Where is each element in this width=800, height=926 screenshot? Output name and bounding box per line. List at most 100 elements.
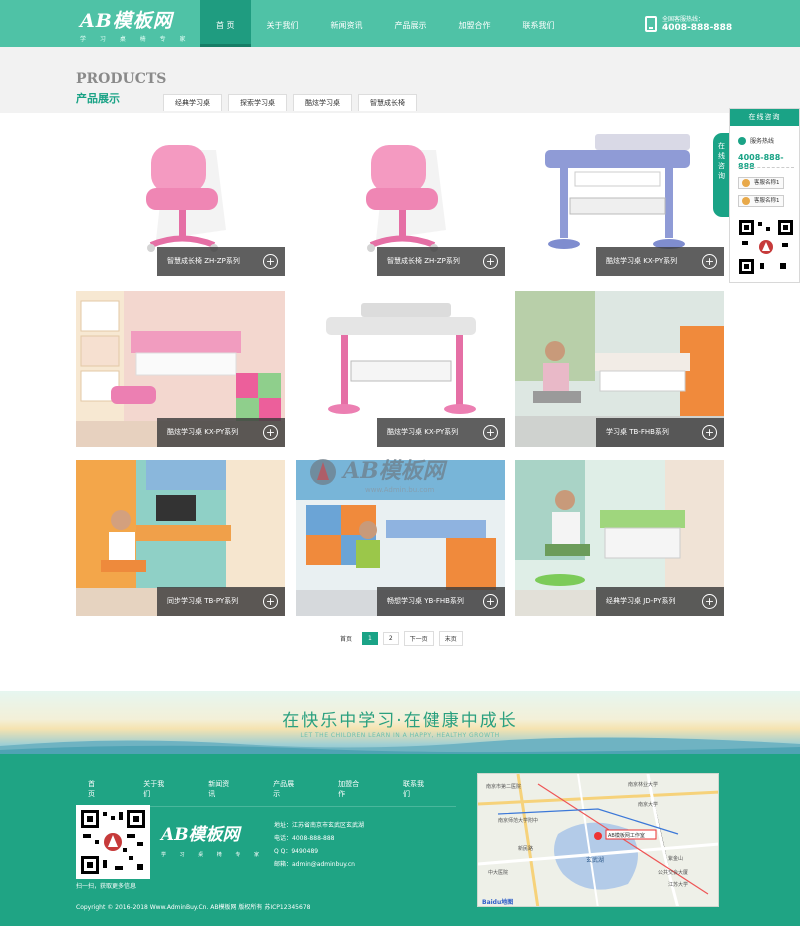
- logo[interactable]: AB模板网 学 习 桌 椅 专 家: [80, 6, 192, 43]
- tab-cool-desk[interactable]: 酷炫学习桌: [293, 94, 352, 111]
- nav-join[interactable]: 加盟合作: [443, 0, 507, 47]
- footer-address: 地址：江苏省南京市玄武区玄武湖: [274, 822, 365, 829]
- service-side-tab[interactable]: 在线咨询: [713, 133, 730, 217]
- plus-icon[interactable]: +: [483, 594, 498, 609]
- plus-icon[interactable]: +: [263, 594, 278, 609]
- hotline-label: 全国客服热线：: [662, 16, 705, 23]
- product-caption: 同步学习桌 TB-PY系列 +: [157, 587, 285, 616]
- svg-text:中大医院: 中大医院: [488, 869, 508, 876]
- pagination: 首页 1 2 下一页 末页: [340, 631, 468, 646]
- svg-text:江苏大学: 江苏大学: [668, 881, 688, 888]
- footer-map[interactable]: AB模板网工作室 南京市第二医院 南京林业大学 南京师范大学附中 南京大学 新民…: [477, 773, 719, 907]
- service-hotline-label: 服务热线: [738, 136, 774, 145]
- tab-smart-chair[interactable]: 智慧成长椅: [358, 94, 417, 111]
- nav-home[interactable]: 首 页: [200, 0, 251, 47]
- product-card[interactable]: 同步学习桌 TB-PY系列 +: [76, 460, 285, 616]
- product-card[interactable]: 智慧成长椅 ZH-ZP系列 +: [76, 120, 285, 276]
- tab-classic-desk[interactable]: 经典学习桌: [163, 94, 222, 111]
- header: AB模板网 学 习 桌 椅 专 家 首 页 关于我们 新闻资讯 产品展示 加盟合…: [0, 0, 800, 47]
- footer-nav-products[interactable]: 产品展示: [273, 779, 296, 799]
- footer-nav: 首 页 关于我们 新闻资讯 产品展示 加盟合作 联系我们: [76, 779, 456, 807]
- product-caption: 酷炫学习桌 KX-PY系列 +: [157, 418, 285, 447]
- product-card[interactable]: 学习桌 TB-FHB系列 +: [515, 291, 724, 447]
- plus-icon[interactable]: +: [483, 254, 498, 269]
- svg-text:AB模板网工作室: AB模板网工作室: [608, 832, 645, 839]
- footer-nav-about[interactable]: 关于我们: [143, 779, 166, 799]
- nav-products[interactable]: 产品展示: [379, 0, 443, 47]
- qr-code-icon: [79, 808, 147, 876]
- logo-text: AB模板网: [80, 10, 173, 32]
- phone-icon: [645, 15, 657, 32]
- plus-icon[interactable]: +: [702, 594, 717, 609]
- hotline-number: 4008-888-888: [662, 23, 733, 33]
- tab-explore-desk[interactable]: 探索学习桌: [228, 94, 287, 111]
- footer-nav-join[interactable]: 加盟合作: [338, 779, 361, 799]
- product-card[interactable]: 经典学习桌 JD-PY系列 +: [515, 460, 724, 616]
- plus-icon[interactable]: +: [263, 425, 278, 440]
- service-qr-code: [738, 219, 794, 275]
- footer-logo-text: AB模板网: [161, 825, 240, 845]
- nav-about[interactable]: 关于我们: [251, 0, 315, 47]
- hotline: 全国客服热线： 4008-888-888: [645, 14, 732, 33]
- footer-logo[interactable]: AB模板网 学 习 桌 椅 专 家: [161, 820, 265, 858]
- plus-icon[interactable]: +: [263, 254, 278, 269]
- product-caption: 经典学习桌 JD-PY系列 +: [596, 587, 724, 616]
- svg-text:玄武湖: 玄武湖: [586, 856, 604, 864]
- svg-text:南京大学: 南京大学: [638, 801, 658, 808]
- product-card[interactable]: 智慧成长椅 ZH-ZP系列 +: [296, 120, 505, 276]
- svg-text:南京师范大学附中: 南京师范大学附中: [498, 817, 538, 824]
- main-nav: 首 页 关于我们 新闻资讯 产品展示 加盟合作 联系我们: [200, 0, 571, 47]
- footer-contact-info: 地址：江苏省南京市玄武区玄武湖 电话：4008-888-888 Q Q：9490…: [274, 819, 364, 871]
- svg-text:紫金山: 紫金山: [668, 855, 683, 862]
- svg-text:公共交会大厦: 公共交会大厦: [658, 869, 688, 876]
- slogan: 在快乐中学习·在健康中成长: [282, 711, 518, 731]
- product-caption: 智慧成长椅 ZH-ZP系列 +: [377, 247, 505, 276]
- logo-subtitle: 学 习 桌 椅 专 家: [80, 36, 192, 43]
- footer-nav-home[interactable]: 首 页: [88, 779, 101, 799]
- svg-text:Baidu地图: Baidu地图: [482, 898, 513, 906]
- plus-icon[interactable]: +: [483, 425, 498, 440]
- page-first[interactable]: 首页: [340, 632, 357, 645]
- copyright: Copyright © 2016-2018 Www.AdminBuy.Cn. A…: [76, 904, 311, 911]
- qr-caption: 扫一扫，获取更多信息: [76, 883, 137, 890]
- product-card[interactable]: 酷炫学习桌 KX-PY系列 +: [76, 291, 285, 447]
- svg-text:新民路: 新民路: [518, 845, 533, 852]
- product-caption: 酷炫学习桌 KX-PY系列 +: [377, 418, 505, 447]
- product-caption: 学习桌 TB-FHB系列 +: [596, 418, 724, 447]
- qq-service-2[interactable]: 客服名称1: [738, 195, 784, 207]
- svg-text:www.Admin.bu.com: www.Admin.bu.com: [365, 486, 435, 494]
- footer-qr-code: [76, 805, 150, 879]
- map-graphic: AB模板网工作室 南京市第二医院 南京林业大学 南京师范大学附中 南京大学 新民…: [478, 774, 718, 906]
- section-title-en: PRODUCTS: [76, 71, 167, 87]
- section-title-cn: 产品展示: [76, 92, 120, 105]
- footer-nav-contact[interactable]: 联系我们: [403, 779, 426, 799]
- footer-email[interactable]: 邮箱：admin@adminbuy.cn: [274, 858, 364, 871]
- svg-text:AB模板网: AB模板网: [341, 458, 448, 484]
- product-caption: 智慧成长椅 ZH-ZP系列 +: [157, 247, 285, 276]
- online-service-panel: 在线咨询 服务热线 4008-888-888 客服名称1 客服名称1: [729, 108, 800, 283]
- qq-service-1[interactable]: 客服名称1: [738, 177, 784, 189]
- service-hotline-number: 4008-888-888: [738, 153, 784, 171]
- nav-contact[interactable]: 联系我们: [507, 0, 571, 47]
- page-1[interactable]: 1: [362, 632, 378, 645]
- nav-news[interactable]: 新闻资讯: [315, 0, 379, 47]
- page-2[interactable]: 2: [382, 632, 399, 645]
- phone-icon: [738, 136, 746, 145]
- product-caption: 酷炫学习桌 KX-PY系列 +: [596, 247, 724, 276]
- product-card[interactable]: 酷炫学习桌 KX-PY系列 +: [515, 120, 724, 276]
- footer-nav-news[interactable]: 新闻资讯: [208, 779, 231, 799]
- category-tabs: 经典学习桌 探索学习桌 酷炫学习桌 智慧成长椅: [163, 94, 423, 111]
- svg-text:南京林业大学: 南京林业大学: [628, 781, 658, 788]
- service-title: 在线咨询: [730, 109, 799, 126]
- svg-text:南京市第二医院: 南京市第二医院: [486, 783, 521, 790]
- page-last[interactable]: 末页: [438, 631, 463, 646]
- product-caption: 畅想学习桌 YB-FHB系列 +: [377, 587, 505, 616]
- divider: [738, 167, 794, 168]
- plus-icon[interactable]: +: [702, 425, 717, 440]
- page-next[interactable]: 下一页: [403, 631, 434, 646]
- watermark-logo: AB模板网 www.Admin.bu.com: [310, 458, 448, 494]
- service-side-tab-label: 在线咨询: [718, 142, 725, 180]
- plus-icon[interactable]: +: [702, 254, 717, 269]
- footer-phone: 电话：4008-888-888: [274, 835, 335, 842]
- product-card[interactable]: 酷炫学习桌 KX-PY系列 +: [296, 291, 505, 447]
